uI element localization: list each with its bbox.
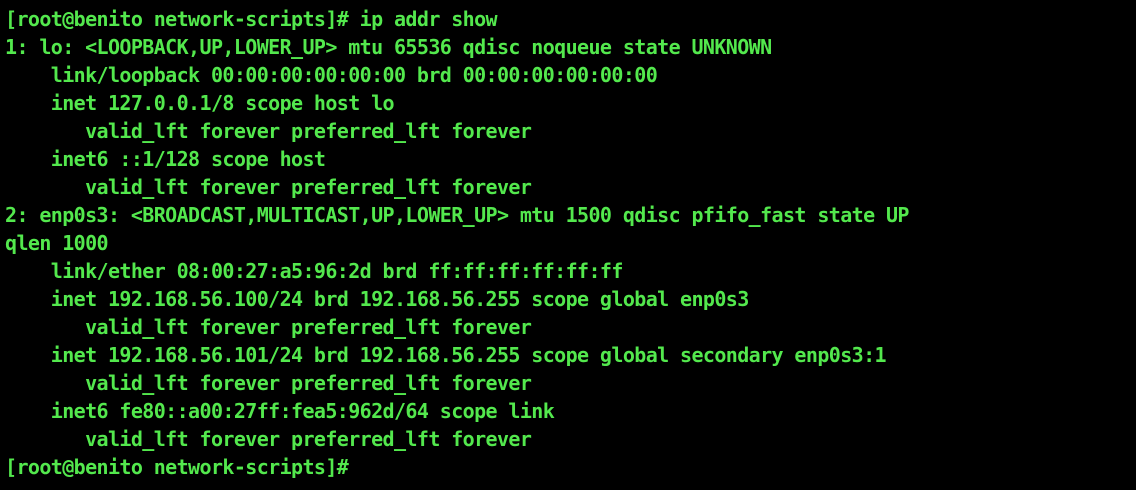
output-line: inet 127.0.0.1/8 scope host lo [5,91,395,115]
output-line: inet 192.168.56.100/24 brd 192.168.56.25… [5,287,750,311]
output-line: inet 192.168.56.101/24 brd 192.168.56.25… [5,343,887,367]
output-line: valid_lft forever preferred_lft forever [5,315,532,339]
output-line: link/ether 08:00:27:a5:96:2d brd ff:ff:f… [5,259,624,283]
output-line: valid_lft forever preferred_lft forever [5,427,532,451]
command-prompt-line: [root@benito network-scripts]# ip addr s… [5,7,498,31]
command-prompt-line[interactable]: [root@benito network-scripts]# [5,453,1136,481]
output-line: valid_lft forever preferred_lft forever [5,371,532,395]
terminal-window[interactable]: [root@benito network-scripts]# ip addr s… [0,0,1136,490]
output-line: 2: enp0s3: <BROADCAST,MULTICAST,UP,LOWER… [5,203,909,227]
output-line: link/loopback 00:00:00:00:00:00 brd 00:0… [5,63,658,87]
output-line: inet6 ::1/128 scope host [5,147,326,171]
output-line: qlen 1000 [5,231,109,255]
output-line: valid_lft forever preferred_lft forever [5,119,532,143]
output-line: 1: lo: <LOOPBACK,UP,LOWER_UP> mtu 65536 … [5,35,772,59]
output-line: valid_lft forever preferred_lft forever [5,175,532,199]
output-line: inet6 fe80::a00:27ff:fea5:962d/64 scope … [5,399,555,423]
